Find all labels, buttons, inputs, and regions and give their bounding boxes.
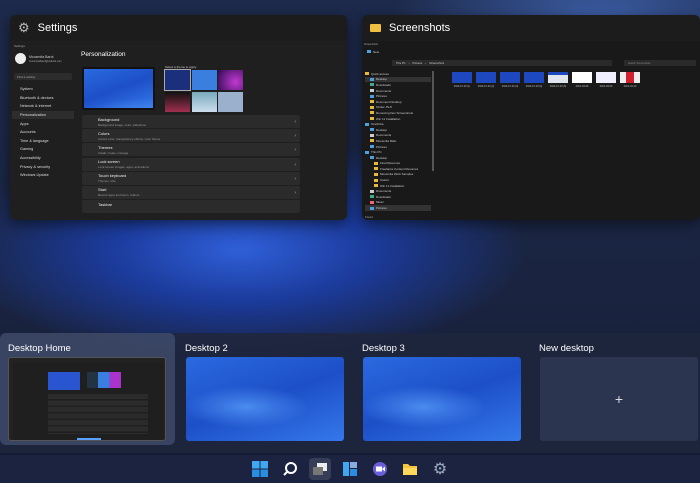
theme-option[interactable] — [218, 70, 243, 90]
settings-icon[interactable]: ⚙ — [429, 458, 451, 480]
file-item[interactable]: 2020-10-29 (4) — [524, 72, 544, 88]
status-bar: 8 items — [365, 216, 374, 219]
start-icon[interactable] — [249, 458, 271, 480]
file-explorer-icon[interactable] — [399, 458, 421, 480]
plus-icon: + — [614, 391, 624, 407]
theme-option[interactable] — [164, 69, 191, 91]
theme-label: Select a theme to apply — [165, 65, 197, 69]
explorer-window[interactable]: Screenshots Screenshots New This PC › Pict… — [362, 15, 700, 220]
user-name: Mousmita Barot — [29, 55, 54, 59]
explorer-window-titlebar[interactable]: Screenshots — [362, 15, 700, 41]
desktop-label: Desktop Home — [8, 343, 71, 354]
desktop-thumbnail[interactable] — [8, 357, 166, 441]
avatar — [15, 53, 26, 64]
window-title: Screenshots — [389, 22, 451, 34]
settings-list: Background Background image, color, slide… — [82, 115, 300, 214]
search-icon[interactable] — [279, 458, 301, 480]
gear-icon: ⚙ — [18, 20, 30, 35]
task-view-icon[interactable] — [309, 458, 331, 480]
page-title: Personalization — [81, 51, 126, 58]
folder-icon — [370, 24, 381, 32]
desktop-3[interactable]: Desktop 3 — [354, 333, 529, 445]
nav-item[interactable]: Windows Update — [12, 171, 74, 180]
theme-option[interactable] — [191, 91, 217, 112]
settings-window[interactable]: ⚙ Settings Settings Mousmita Barot mousm… — [10, 15, 347, 220]
nav-item[interactable]: Time & language — [12, 137, 74, 146]
settings-row[interactable]: Taskbar — [82, 200, 300, 214]
address-bar[interactable]: This PC › Pictures › Screenshots — [392, 60, 612, 66]
file-item[interactable]: 2020-10-29 (1) — [452, 72, 472, 88]
settings-row[interactable]: Themes Install, create, manage › — [82, 143, 300, 157]
virtual-desktops-strip: Desktop Home Desktop 2 Desktop 3 New des… — [0, 333, 700, 453]
settings-row[interactable]: Start Recent apps and items, folders › — [82, 185, 300, 199]
taskbar: ⚙ — [0, 455, 700, 483]
settings-row[interactable]: Background Background image, color, slide… — [82, 115, 300, 128]
file-item[interactable]: 2020-10-29 (2) — [476, 72, 496, 88]
desktop-thumbnail[interactable] — [363, 357, 521, 441]
file-item[interactable]: 2021-03-10 — [620, 72, 640, 88]
file-item[interactable]: 2021-03-09 — [596, 72, 616, 88]
file-item[interactable]: 2021-03-08 — [572, 72, 592, 88]
nav-item[interactable]: Gaming — [12, 145, 74, 154]
sidebar-item[interactable]: Pictures — [365, 205, 431, 211]
nav-item[interactable]: System — [12, 85, 74, 94]
theme-option[interactable] — [191, 70, 217, 90]
nav-item[interactable]: Apps — [12, 119, 74, 128]
window-title: Settings — [37, 22, 78, 34]
file-grid: 2020-10-29 (1) 2020-10-29 (2) 2020-10-29… — [452, 72, 640, 88]
desktop-label: Desktop 2 — [185, 343, 228, 354]
desktop-thumbnail[interactable] — [186, 357, 344, 441]
desktop-label: New desktop — [539, 343, 594, 354]
scrollbar[interactable] — [432, 71, 434, 171]
file-item[interactable]: 2020-10-29 (3) — [500, 72, 520, 88]
nav-item-selected[interactable]: Personalization — [12, 110, 74, 120]
explorer-sidebar: Quick access Desktop Downloads Documents… — [365, 71, 431, 211]
user-email: mousmitabarot@outlook.com — [29, 60, 62, 63]
settings-window-titlebar[interactable]: ⚙ Settings — [10, 15, 347, 41]
settings-nav: System Bluetooth & devices Network & int… — [12, 85, 74, 180]
widgets-icon[interactable] — [339, 458, 361, 480]
theme-grid — [164, 69, 243, 112]
nav-item[interactable]: Network & internet — [12, 102, 74, 111]
search-input[interactable]: Search Screenshots — [624, 60, 696, 66]
settings-row[interactable]: Touch keyboard Themes, size › — [82, 171, 300, 185]
theme-option[interactable] — [165, 91, 190, 112]
theme-preview — [82, 67, 155, 110]
nav-item[interactable]: Bluetooth & devices — [12, 94, 74, 103]
new-desktop[interactable]: New desktop + — [531, 333, 700, 445]
app-label: Settings — [14, 44, 25, 48]
search-input[interactable]: Find a setting — [14, 73, 72, 80]
desktop-label: Desktop 3 — [362, 343, 405, 354]
new-button[interactable]: New — [367, 50, 379, 54]
nav-item[interactable]: Privacy & security — [12, 162, 74, 171]
settings-row[interactable]: Lock screen Lock screen images, apps, ani… — [82, 157, 300, 171]
theme-option[interactable] — [218, 91, 243, 112]
add-desktop-button[interactable]: + — [540, 357, 698, 441]
explorer-caption: Screenshots — [364, 43, 378, 46]
desktop-home[interactable]: Desktop Home — [0, 333, 175, 445]
nav-item[interactable]: Accessibility — [12, 154, 74, 163]
nav-item[interactable]: Accounts — [12, 128, 74, 137]
file-item[interactable]: 2020-10-29 (5) — [548, 72, 568, 88]
settings-row[interactable]: Colors Accent color, transparency effects… — [82, 129, 300, 143]
desktop-2[interactable]: Desktop 2 — [177, 333, 352, 445]
teams-chat-icon[interactable] — [369, 458, 391, 480]
